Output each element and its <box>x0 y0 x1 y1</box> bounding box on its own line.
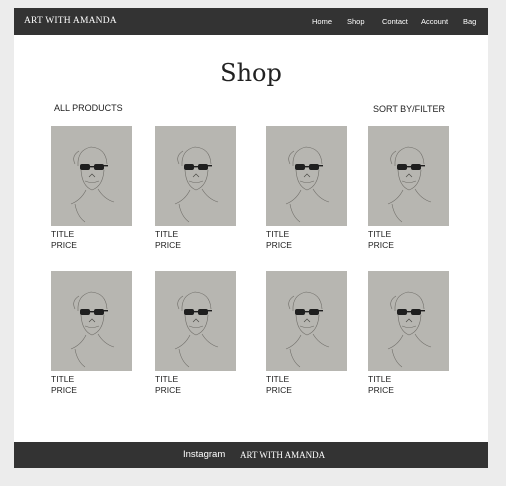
product-price: PRICE <box>368 385 394 395</box>
page-title: Shop <box>220 59 282 87</box>
product-image[interactable] <box>368 126 449 226</box>
product-card[interactable]: TITLE PRICE <box>51 271 132 396</box>
product-title: TITLE <box>51 229 75 239</box>
product-image[interactable] <box>266 126 347 226</box>
product-card[interactable]: TITLE PRICE <box>266 126 347 251</box>
product-price: PRICE <box>266 240 292 250</box>
instagram-link[interactable]: Instagram <box>183 449 225 460</box>
nav-contact[interactable]: Contact <box>382 17 408 26</box>
product-card[interactable]: TITLE PRICE <box>368 126 449 251</box>
product-image[interactable] <box>266 271 347 371</box>
product-title: TITLE <box>155 374 179 384</box>
product-title: TITLE <box>368 229 392 239</box>
product-title: TITLE <box>368 374 392 384</box>
product-card[interactable]: TITLE PRICE <box>266 271 347 396</box>
product-title: TITLE <box>266 374 290 384</box>
product-title: TITLE <box>51 374 75 384</box>
product-image[interactable] <box>51 126 132 226</box>
footer-brand: ART WITH AMANDA <box>240 450 326 460</box>
all-products-label: ALL PRODUCTS <box>54 103 123 113</box>
footer-bar: Instagram ART WITH AMANDA <box>14 442 488 468</box>
nav-bag[interactable]: Bag <box>463 17 476 26</box>
product-price: PRICE <box>51 240 77 250</box>
sort-filter-button[interactable]: SORT BY/FILTER <box>373 104 445 114</box>
nav-shop[interactable]: Shop <box>347 17 365 26</box>
top-nav-bar: ART WITH AMANDA Home Shop Contact Accoun… <box>14 8 488 35</box>
product-price: PRICE <box>155 240 181 250</box>
product-card[interactable]: TITLE PRICE <box>368 271 449 396</box>
product-price: PRICE <box>155 385 181 395</box>
product-title: TITLE <box>155 229 179 239</box>
brand-logo[interactable]: ART WITH AMANDA <box>24 16 117 26</box>
product-title: TITLE <box>266 229 290 239</box>
product-image[interactable] <box>155 271 236 371</box>
product-card[interactable]: TITLE PRICE <box>155 271 236 396</box>
nav-account[interactable]: Account <box>421 17 448 26</box>
product-card[interactable]: TITLE PRICE <box>51 126 132 251</box>
product-price: PRICE <box>51 385 77 395</box>
nav-home[interactable]: Home <box>312 17 332 26</box>
page-frame: ART WITH AMANDA Home Shop Contact Accoun… <box>14 8 488 468</box>
product-image[interactable] <box>155 126 236 226</box>
product-image[interactable] <box>51 271 132 371</box>
product-price: PRICE <box>266 385 292 395</box>
product-price: PRICE <box>368 240 394 250</box>
product-card[interactable]: TITLE PRICE <box>155 126 236 251</box>
product-image[interactable] <box>368 271 449 371</box>
